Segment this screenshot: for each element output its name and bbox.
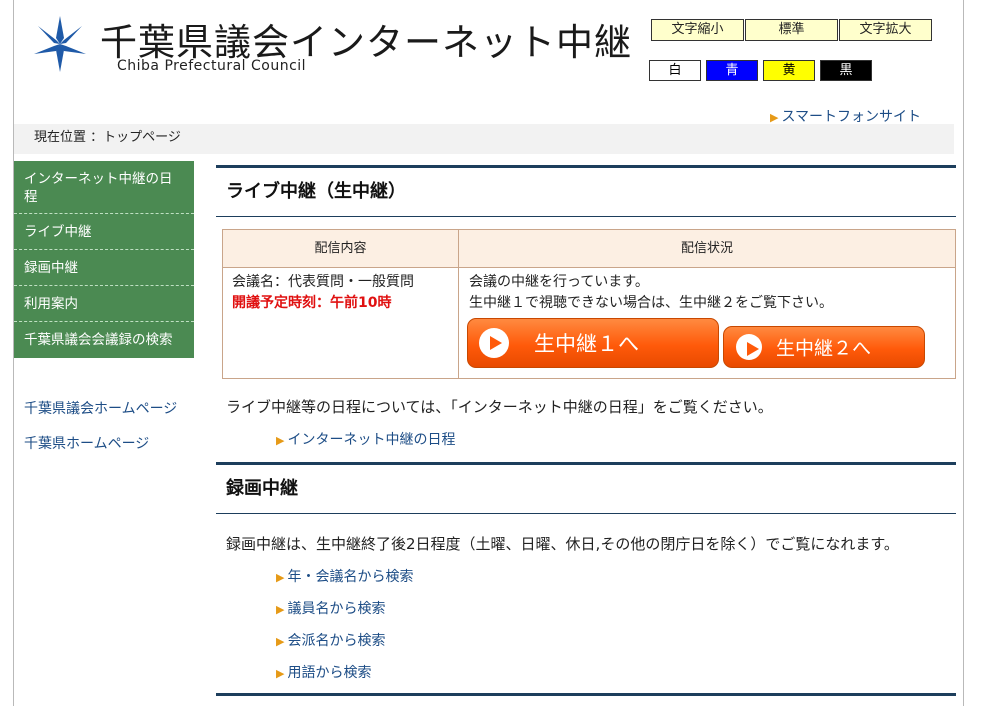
sidebar-item-schedule[interactable]: インターネット中継の日程 [14,161,194,214]
smartphone-site-label: スマートフォンサイト [781,109,922,125]
live-stream-1-button[interactable]: 生中継１へ [467,318,719,368]
search-by-faction-link[interactable]: ▶ 会派名から検索 [276,630,385,650]
live-section-title: ライブ中継（生中継） [216,165,956,217]
sidebar-item-live[interactable]: ライブ中継 [14,214,194,250]
triangle-right-icon: ▶ [276,667,285,680]
triangle-right-icon: ▶ [770,111,779,124]
font-decrease-button[interactable]: 文字縮小 [651,19,744,41]
schedule-link-label: インターネット中継の日程 [287,432,456,448]
font-increase-button[interactable]: 文字拡大 [839,19,932,41]
site-subtitle: Chiba Prefectural Council [117,58,307,74]
sidebar-item-recorded[interactable]: 録画中継 [14,250,194,286]
live-stream-2-label: 生中継２へ [776,337,872,360]
color-black-button[interactable]: 黒 [820,60,872,81]
color-blue-button[interactable]: 青 [706,60,758,81]
recorded-section-title: 録画中継 [216,462,956,514]
live-stream-2-button[interactable]: 生中継２へ [723,326,925,368]
scheduled-time: 開議予定時刻：午前10時 [232,295,392,311]
triangle-right-icon: ▶ [276,571,285,584]
search-by-member-link[interactable]: ▶ 議員名から検索 [276,598,385,618]
play-icon [479,328,509,358]
search-by-faction-label: 会派名から検索 [287,633,386,649]
status-line-2: 生中継１で視聴できない場合は、生中継２をご覧下さい。 [469,295,833,311]
triangle-right-icon: ▶ [276,635,285,648]
sidebar-item-minutes-search[interactable]: 千葉県議会会議録の検索 [14,322,194,358]
status-line-1: 会議の中継を行っています。 [469,274,649,290]
search-by-year-link[interactable]: ▶ 年・会議名から検索 [276,566,413,586]
sidebar-item-guide[interactable]: 利用案内 [14,286,194,322]
search-by-term-link[interactable]: ▶ 用語から検索 [276,662,371,682]
schedule-note: ライブ中継等の日程については、「インターネット中継の日程」をご覧ください。 [226,398,773,416]
triangle-right-icon: ▶ [276,434,285,447]
search-by-term-label: 用語から検索 [287,665,372,681]
breadcrumb: 現在位置 ：トップページ [14,124,954,154]
live-table: 配信内容 配信状況 会議名：代表質問・一般質問 開議予定時刻：午前10時 会議の… [222,229,956,379]
main-content: ライブ中継（生中継） 配信内容 配信状況 会議名：代表質問・一般質問 開議予定時… [216,165,956,696]
section-divider [216,693,956,696]
smartphone-site-link[interactable]: ▶ スマートフォンサイト [770,106,921,126]
table-header-status: 配信状況 [459,230,955,268]
meeting-name: 会議名：代表質問・一般質問 [232,274,414,290]
recorded-note: 録画中継は、生中継終了後2日程度（土曜、日曜、休日,その他の閉庁日を除く）でご覧… [226,535,899,553]
triangle-right-icon: ▶ [276,603,285,616]
table-divider [458,230,459,378]
search-by-year-label: 年・会議名から検索 [287,569,414,585]
color-yellow-button[interactable]: 黄 [763,60,815,81]
search-by-member-label: 議員名から検索 [287,601,386,617]
prefecture-homepage-link[interactable]: 千葉県ホームページ [24,433,149,453]
live-stream-1-label: 生中継１へ [534,332,639,356]
color-white-button[interactable]: 白 [649,60,701,81]
table-header-content: 配信内容 [223,230,458,268]
play-icon [736,334,762,360]
sidebar-nav: インターネット中継の日程 ライブ中継 録画中継 利用案内 千葉県議会会議録の検索 [14,161,194,358]
chiba-logo-icon [34,16,86,72]
council-homepage-link[interactable]: 千葉県議会ホームページ [24,398,177,418]
font-standard-button[interactable]: 標準 [745,19,838,41]
schedule-link[interactable]: ▶ インターネット中継の日程 [276,429,455,449]
